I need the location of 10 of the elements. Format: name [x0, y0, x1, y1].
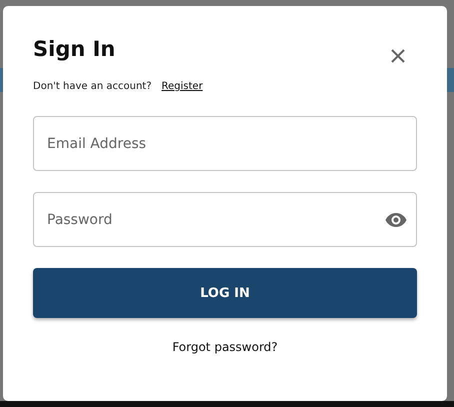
account-prompt: Don't have an account?	[33, 81, 152, 92]
close-icon	[390, 48, 406, 64]
password-field[interactable]: Password	[33, 192, 417, 247]
login-button[interactable]: LOG IN	[33, 268, 417, 318]
email-field[interactable]: Email Address	[33, 116, 417, 171]
close-button[interactable]	[390, 48, 406, 64]
eye-icon[interactable]	[385, 212, 407, 228]
register-link[interactable]: Register	[162, 81, 203, 92]
forgot-password-link[interactable]: Forgot password?	[172, 340, 278, 354]
dialog-title: Sign In	[33, 36, 116, 62]
